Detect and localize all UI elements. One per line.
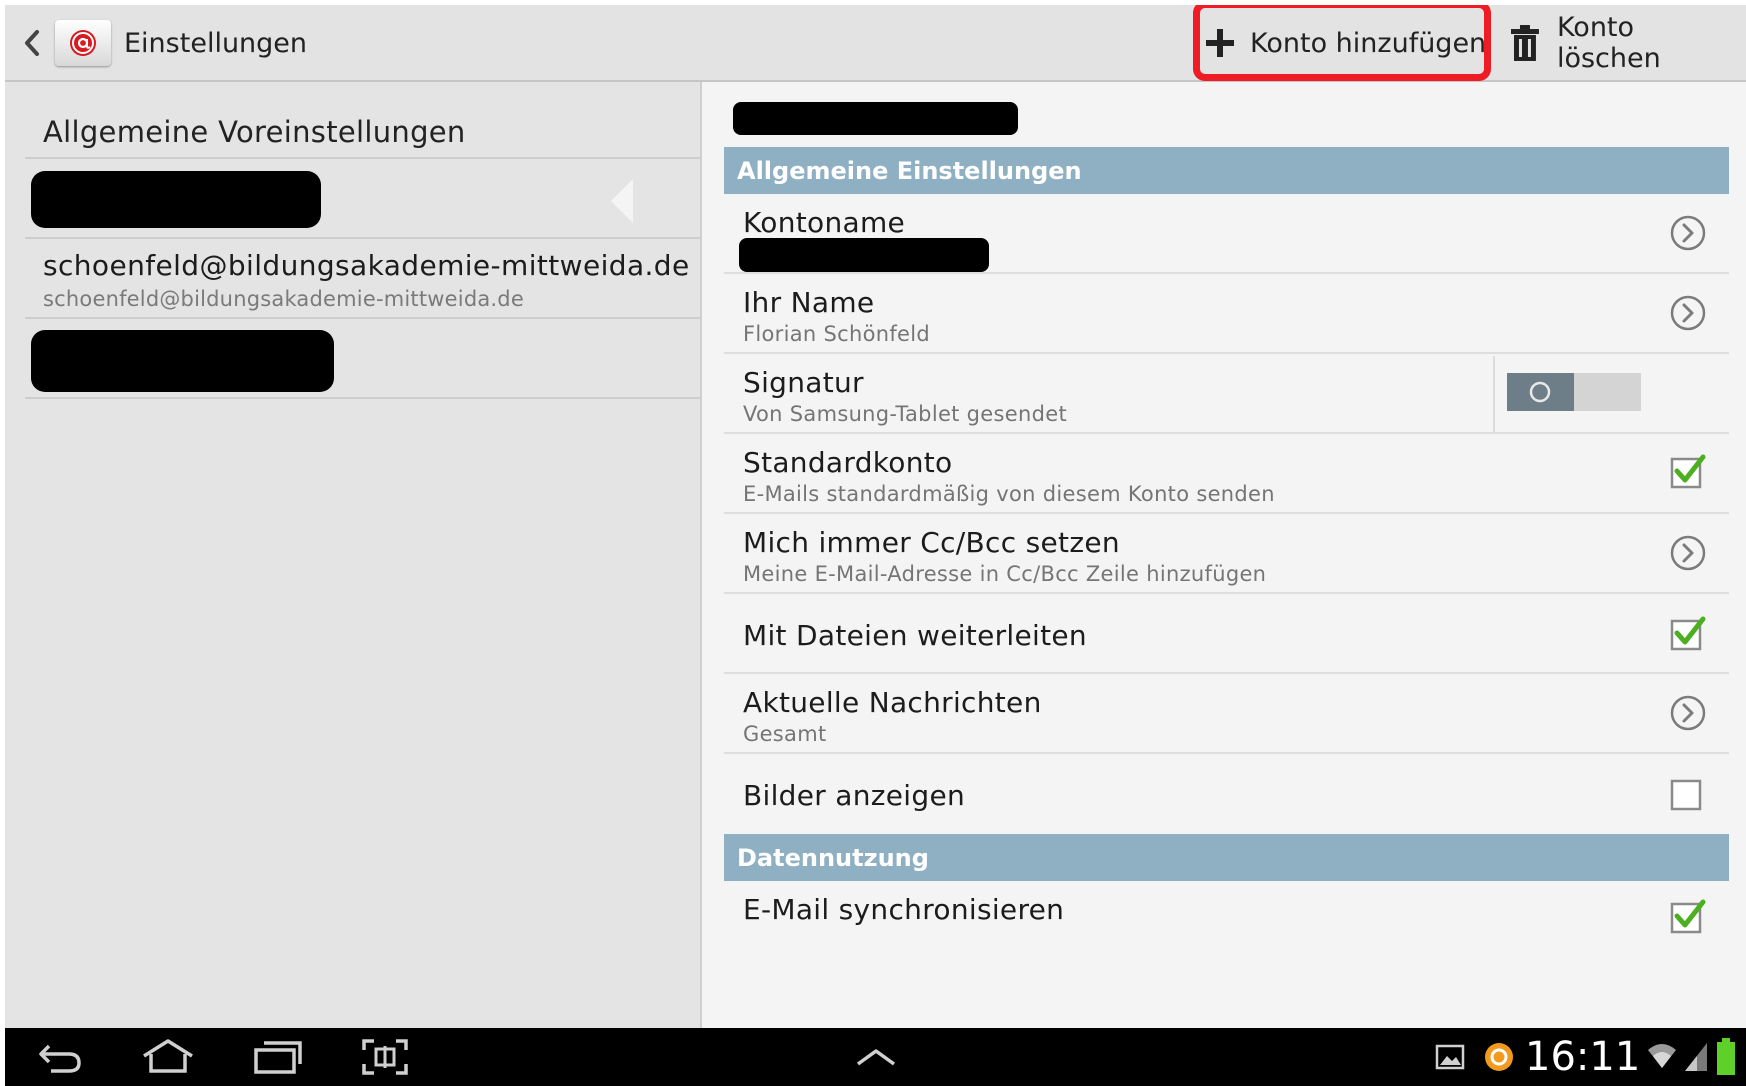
nav-recent-apps-icon[interactable] bbox=[253, 1040, 303, 1074]
nav-home-icon[interactable] bbox=[141, 1038, 195, 1074]
checkbox-checked[interactable] bbox=[1668, 896, 1708, 936]
setting-title: Mich immer Cc/Bcc setzen bbox=[743, 526, 1120, 559]
setting-title: Signatur bbox=[743, 366, 864, 399]
checkbox-checked[interactable] bbox=[1668, 451, 1708, 491]
section-header-data-usage: Datennutzung bbox=[724, 834, 1729, 881]
chevron-up-icon[interactable] bbox=[855, 1046, 897, 1068]
setting-title: Aktuelle Nachrichten bbox=[743, 686, 1042, 719]
divider bbox=[25, 317, 700, 319]
plus-icon bbox=[1206, 29, 1234, 57]
divider bbox=[1493, 356, 1495, 432]
chevron-right-icon bbox=[1670, 535, 1706, 571]
account-list-pane: Allgemeine Voreinstellungen schoenfeld@b… bbox=[5, 82, 702, 1028]
redacted-account-name bbox=[739, 238, 989, 272]
setting-subtitle: E-Mails standardmäßig von diesem Konto s… bbox=[743, 482, 1275, 506]
setting-default-account[interactable]: Standardkonto E-Mails standardmäßig von … bbox=[724, 434, 1729, 514]
checkbox-unchecked[interactable] bbox=[1668, 773, 1708, 813]
setting-subtitle: Gesamt bbox=[743, 722, 827, 746]
general-preferences-item[interactable]: Allgemeine Voreinstellungen bbox=[43, 115, 466, 149]
redacted-account-item[interactable] bbox=[31, 330, 334, 392]
email-app-icon[interactable] bbox=[55, 20, 111, 66]
nav-back-icon[interactable] bbox=[37, 1040, 83, 1074]
section-title: Allgemeine Einstellungen bbox=[737, 157, 1082, 185]
setting-title: Standardkonto bbox=[743, 446, 953, 479]
chevron-right-icon bbox=[1670, 215, 1706, 251]
section-header-general: Allgemeine Einstellungen bbox=[724, 147, 1729, 194]
status-time: 16:11 bbox=[1525, 1034, 1641, 1080]
chevron-right-icon bbox=[1670, 295, 1706, 331]
setting-title: Kontoname bbox=[743, 206, 906, 239]
delete-account-button[interactable]: Konto löschen bbox=[1510, 12, 1746, 74]
battery-icon bbox=[1717, 1038, 1735, 1075]
signature-toggle[interactable] bbox=[1507, 373, 1641, 411]
account-settings-pane: Allgemeine Einstellungen Kontoname Ihr N… bbox=[702, 82, 1746, 1028]
divider bbox=[25, 237, 700, 239]
setting-always-cc-bcc[interactable]: Mich immer Cc/Bcc setzen Meine E-Mail-Ad… bbox=[724, 514, 1729, 594]
system-bar bbox=[5, 1028, 1746, 1086]
section-title: Datennutzung bbox=[737, 844, 929, 872]
setting-account-name[interactable]: Kontoname bbox=[724, 194, 1729, 274]
redacted-account-item[interactable] bbox=[31, 171, 321, 228]
trash-icon bbox=[1510, 25, 1539, 61]
page-title: Einstellungen bbox=[124, 28, 308, 59]
selection-pointer bbox=[611, 179, 633, 223]
setting-title: E-Mail synchronisieren bbox=[743, 893, 1065, 926]
app-window: Einstellungen Konto hinzufügen Konto lös… bbox=[5, 5, 1746, 1086]
divider bbox=[25, 397, 700, 399]
redacted-account-title bbox=[733, 102, 1018, 135]
account-address: schoenfeld@bildungsakademie-mittweida.de bbox=[43, 287, 524, 311]
checkbox-checked[interactable] bbox=[1668, 613, 1708, 653]
divider bbox=[25, 157, 700, 159]
setting-subtitle: Florian Schönfeld bbox=[743, 322, 931, 346]
account-name: schoenfeld@bildungsakademie-mittweida.de bbox=[43, 249, 690, 282]
setting-sync-email[interactable]: E-Mail synchronisieren bbox=[724, 881, 1729, 959]
setting-show-images[interactable]: Bilder anzeigen bbox=[724, 754, 1729, 832]
signal-icon bbox=[1685, 1043, 1707, 1071]
add-account-button[interactable]: Konto hinzufügen bbox=[1204, 17, 1486, 69]
screenshot-capture-icon[interactable] bbox=[361, 1038, 409, 1076]
chevron-right-icon bbox=[1670, 695, 1706, 731]
at-sign-icon bbox=[70, 30, 96, 56]
setting-recent-messages[interactable]: Aktuelle Nachrichten Gesamt bbox=[724, 674, 1729, 754]
back-arrow-icon[interactable] bbox=[19, 27, 45, 59]
setting-your-name[interactable]: Ihr Name Florian Schönfeld bbox=[724, 274, 1729, 354]
setting-title: Ihr Name bbox=[743, 286, 875, 319]
add-account-label: Konto hinzufügen bbox=[1250, 27, 1487, 59]
action-bar: Einstellungen Konto hinzufügen Konto lös… bbox=[5, 5, 1746, 82]
setting-subtitle: Meine E-Mail-Adresse in Cc/Bcc Zeile hin… bbox=[743, 562, 1267, 586]
setting-subtitle: Von Samsung-Tablet gesendet bbox=[743, 402, 1067, 426]
setting-title: Mit Dateien weiterleiten bbox=[743, 619, 1087, 652]
setting-signature[interactable]: Signatur Von Samsung-Tablet gesendet bbox=[724, 354, 1729, 434]
wifi-icon bbox=[1648, 1044, 1676, 1068]
delete-account-label: Konto löschen bbox=[1556, 12, 1661, 74]
setting-title: Bilder anzeigen bbox=[743, 779, 966, 812]
gallery-notification-icon bbox=[1435, 1044, 1465, 1070]
app-notification-icon bbox=[1485, 1043, 1513, 1071]
setting-forward-with-files[interactable]: Mit Dateien weiterleiten bbox=[724, 594, 1729, 674]
